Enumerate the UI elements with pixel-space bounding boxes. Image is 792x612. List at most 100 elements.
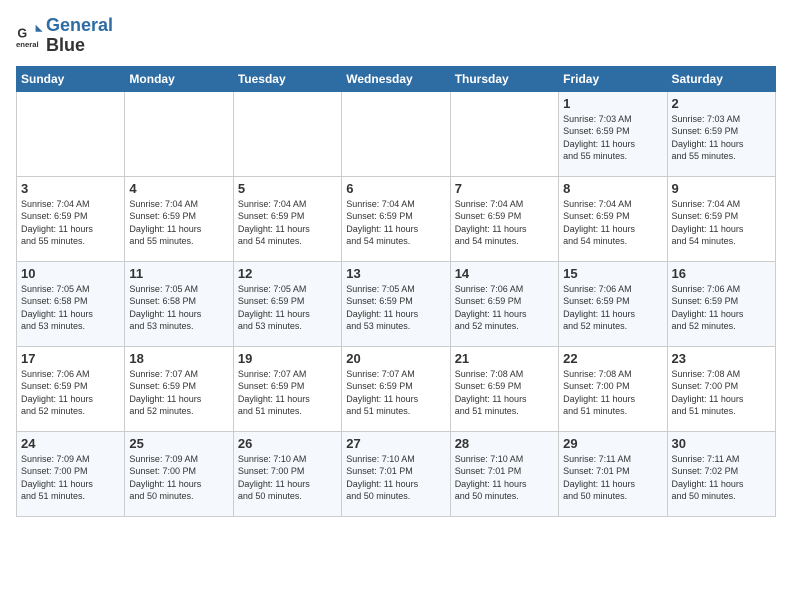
calendar-cell: 22Sunrise: 7:08 AM Sunset: 7:00 PM Dayli… bbox=[559, 346, 667, 431]
cell-info: Sunrise: 7:07 AM Sunset: 6:59 PM Dayligh… bbox=[346, 368, 445, 418]
cell-info: Sunrise: 7:06 AM Sunset: 6:59 PM Dayligh… bbox=[672, 283, 771, 333]
calendar-cell: 19Sunrise: 7:07 AM Sunset: 6:59 PM Dayli… bbox=[233, 346, 341, 431]
cell-info: Sunrise: 7:10 AM Sunset: 7:00 PM Dayligh… bbox=[238, 453, 337, 503]
calendar-table: SundayMondayTuesdayWednesdayThursdayFrid… bbox=[16, 66, 776, 517]
calendar-cell: 18 Sunrise: 7:07 AM Sunset: 6:59 PM Dayli… bbox=[125, 346, 233, 431]
cell-info: Sunrise: 7:11 AM Sunset: 7:01 PM Dayligh… bbox=[563, 453, 662, 503]
calendar-cell: 30 Sunrise: 7:11 AM Sunset: 7:02 PM Dayli… bbox=[667, 431, 775, 516]
cell-info: Sunrise: 7:06 AM Sunset: 6:59 PM Dayligh… bbox=[563, 283, 662, 333]
calendar-week-5: 24 Sunrise: 7:09 AM Sunset: 7:00 PM Dayli… bbox=[17, 431, 776, 516]
calendar-cell: 27 Sunrise: 7:10 AM Sunset: 7:01 PM Dayli… bbox=[342, 431, 450, 516]
day-number: 22 bbox=[563, 351, 662, 366]
day-number: 26 bbox=[238, 436, 337, 451]
cell-info: Sunrise: 7:09 AM Sunset: 7:00 PM Dayligh… bbox=[129, 453, 228, 503]
calendar-week-1: 1 Sunrise: 7:03 AM Sunset: 6:59 PM Daylig… bbox=[17, 91, 776, 176]
day-number: 7 bbox=[455, 181, 554, 196]
logo-text: GeneralBlue bbox=[46, 16, 113, 56]
day-number: 4 bbox=[129, 181, 228, 196]
day-number: 18 bbox=[129, 351, 228, 366]
day-number: 28 bbox=[455, 436, 554, 451]
day-number: 2 bbox=[672, 96, 771, 111]
cell-info: Sunrise: 7:04 AM Sunset: 6:59 PM Dayligh… bbox=[238, 198, 337, 248]
calendar-cell: 17 Sunrise: 7:06 AM Sunset: 6:59 PM Dayli… bbox=[17, 346, 125, 431]
calendar-cell bbox=[450, 91, 558, 176]
header-wednesday: Wednesday bbox=[342, 66, 450, 91]
day-number: 9 bbox=[672, 181, 771, 196]
day-number: 24 bbox=[21, 436, 120, 451]
day-number: 29 bbox=[563, 436, 662, 451]
calendar-cell: 20 Sunrise: 7:07 AM Sunset: 6:59 PM Dayli… bbox=[342, 346, 450, 431]
day-number: 5 bbox=[238, 181, 337, 196]
calendar-week-2: 3 Sunrise: 7:04 AM Sunset: 6:59 PM Daylig… bbox=[17, 176, 776, 261]
calendar-cell bbox=[342, 91, 450, 176]
calendar-cell: 7 Sunrise: 7:04 AM Sunset: 6:59 PM Daylig… bbox=[450, 176, 558, 261]
calendar-cell: 10 Sunrise: 7:05 AM Sunset: 6:58 PM Dayli… bbox=[17, 261, 125, 346]
cell-info: Sunrise: 7:10 AM Sunset: 7:01 PM Dayligh… bbox=[346, 453, 445, 503]
cell-info: Sunrise: 7:04 AM Sunset: 6:59 PM Dayligh… bbox=[21, 198, 120, 248]
cell-info: Sunrise: 7:05 AM Sunset: 6:59 PM Dayligh… bbox=[346, 283, 445, 333]
calendar-cell: 6 Sunrise: 7:04 AM Sunset: 6:59 PM Daylig… bbox=[342, 176, 450, 261]
calendar-cell: 9 Sunrise: 7:04 AM Sunset: 6:59 PM Daylig… bbox=[667, 176, 775, 261]
calendar-cell: 3 Sunrise: 7:04 AM Sunset: 6:59 PM Daylig… bbox=[17, 176, 125, 261]
cell-info: Sunrise: 7:04 AM Sunset: 6:59 PM Dayligh… bbox=[672, 198, 771, 248]
cell-info: Sunrise: 7:03 AM Sunset: 6:59 PM Dayligh… bbox=[672, 113, 771, 163]
calendar-cell: 24 Sunrise: 7:09 AM Sunset: 7:00 PM Dayli… bbox=[17, 431, 125, 516]
svg-text:G: G bbox=[17, 26, 27, 40]
calendar-cell bbox=[125, 91, 233, 176]
header-friday: Friday bbox=[559, 66, 667, 91]
calendar-cell: 26 Sunrise: 7:10 AM Sunset: 7:00 PM Dayli… bbox=[233, 431, 341, 516]
logo-icon: G eneral bbox=[16, 22, 44, 50]
day-number: 15 bbox=[563, 266, 662, 281]
day-number: 3 bbox=[21, 181, 120, 196]
calendar-cell: 28 Sunrise: 7:10 AM Sunset: 7:01 PM Dayli… bbox=[450, 431, 558, 516]
cell-info: Sunrise: 7:05 AM Sunset: 6:58 PM Dayligh… bbox=[129, 283, 228, 333]
cell-info: Sunrise: 7:07 AM Sunset: 6:59 PM Dayligh… bbox=[129, 368, 228, 418]
day-number: 17 bbox=[21, 351, 120, 366]
calendar-cell: 13Sunrise: 7:05 AM Sunset: 6:59 PM Dayli… bbox=[342, 261, 450, 346]
calendar-cell: 29 Sunrise: 7:11 AM Sunset: 7:01 PM Dayli… bbox=[559, 431, 667, 516]
calendar-cell: 5 Sunrise: 7:04 AM Sunset: 6:59 PM Daylig… bbox=[233, 176, 341, 261]
day-number: 16 bbox=[672, 266, 771, 281]
day-number: 23 bbox=[672, 351, 771, 366]
day-number: 20 bbox=[346, 351, 445, 366]
page-header: G eneral GeneralBlue bbox=[16, 16, 776, 56]
calendar-header-row: SundayMondayTuesdayWednesdayThursdayFrid… bbox=[17, 66, 776, 91]
calendar-cell: 11 Sunrise: 7:05 AM Sunset: 6:58 PM Dayli… bbox=[125, 261, 233, 346]
calendar-cell: 25Sunrise: 7:09 AM Sunset: 7:00 PM Dayli… bbox=[125, 431, 233, 516]
cell-info: Sunrise: 7:09 AM Sunset: 7:00 PM Dayligh… bbox=[21, 453, 120, 503]
calendar-cell: 2 Sunrise: 7:03 AM Sunset: 6:59 PM Daylig… bbox=[667, 91, 775, 176]
header-tuesday: Tuesday bbox=[233, 66, 341, 91]
calendar-cell: 8Sunrise: 7:04 AM Sunset: 6:59 PM Daylig… bbox=[559, 176, 667, 261]
cell-info: Sunrise: 7:06 AM Sunset: 6:59 PM Dayligh… bbox=[21, 368, 120, 418]
day-number: 11 bbox=[129, 266, 228, 281]
header-monday: Monday bbox=[125, 66, 233, 91]
cell-info: Sunrise: 7:07 AM Sunset: 6:59 PM Dayligh… bbox=[238, 368, 337, 418]
cell-info: Sunrise: 7:04 AM Sunset: 6:59 PM Dayligh… bbox=[129, 198, 228, 248]
logo: G eneral GeneralBlue bbox=[16, 16, 113, 56]
cell-info: Sunrise: 7:04 AM Sunset: 6:59 PM Dayligh… bbox=[346, 198, 445, 248]
calendar-cell: 16 Sunrise: 7:06 AM Sunset: 6:59 PM Dayli… bbox=[667, 261, 775, 346]
calendar-cell: 1Sunrise: 7:03 AM Sunset: 6:59 PM Daylig… bbox=[559, 91, 667, 176]
header-thursday: Thursday bbox=[450, 66, 558, 91]
day-number: 14 bbox=[455, 266, 554, 281]
day-number: 8 bbox=[563, 181, 662, 196]
calendar-cell: 12Sunrise: 7:05 AM Sunset: 6:59 PM Dayli… bbox=[233, 261, 341, 346]
header-sunday: Sunday bbox=[17, 66, 125, 91]
cell-info: Sunrise: 7:10 AM Sunset: 7:01 PM Dayligh… bbox=[455, 453, 554, 503]
day-number: 27 bbox=[346, 436, 445, 451]
calendar-cell: 21Sunrise: 7:08 AM Sunset: 6:59 PM Dayli… bbox=[450, 346, 558, 431]
calendar-cell: 23 Sunrise: 7:08 AM Sunset: 7:00 PM Dayli… bbox=[667, 346, 775, 431]
day-number: 1 bbox=[563, 96, 662, 111]
day-number: 30 bbox=[672, 436, 771, 451]
day-number: 10 bbox=[21, 266, 120, 281]
svg-text:eneral: eneral bbox=[16, 40, 39, 49]
cell-info: Sunrise: 7:06 AM Sunset: 6:59 PM Dayligh… bbox=[455, 283, 554, 333]
cell-info: Sunrise: 7:05 AM Sunset: 6:58 PM Dayligh… bbox=[21, 283, 120, 333]
cell-info: Sunrise: 7:04 AM Sunset: 6:59 PM Dayligh… bbox=[455, 198, 554, 248]
header-saturday: Saturday bbox=[667, 66, 775, 91]
calendar-cell: 15 Sunrise: 7:06 AM Sunset: 6:59 PM Dayli… bbox=[559, 261, 667, 346]
cell-info: Sunrise: 7:11 AM Sunset: 7:02 PM Dayligh… bbox=[672, 453, 771, 503]
calendar-cell bbox=[233, 91, 341, 176]
day-number: 6 bbox=[346, 181, 445, 196]
cell-info: Sunrise: 7:08 AM Sunset: 7:00 PM Dayligh… bbox=[672, 368, 771, 418]
